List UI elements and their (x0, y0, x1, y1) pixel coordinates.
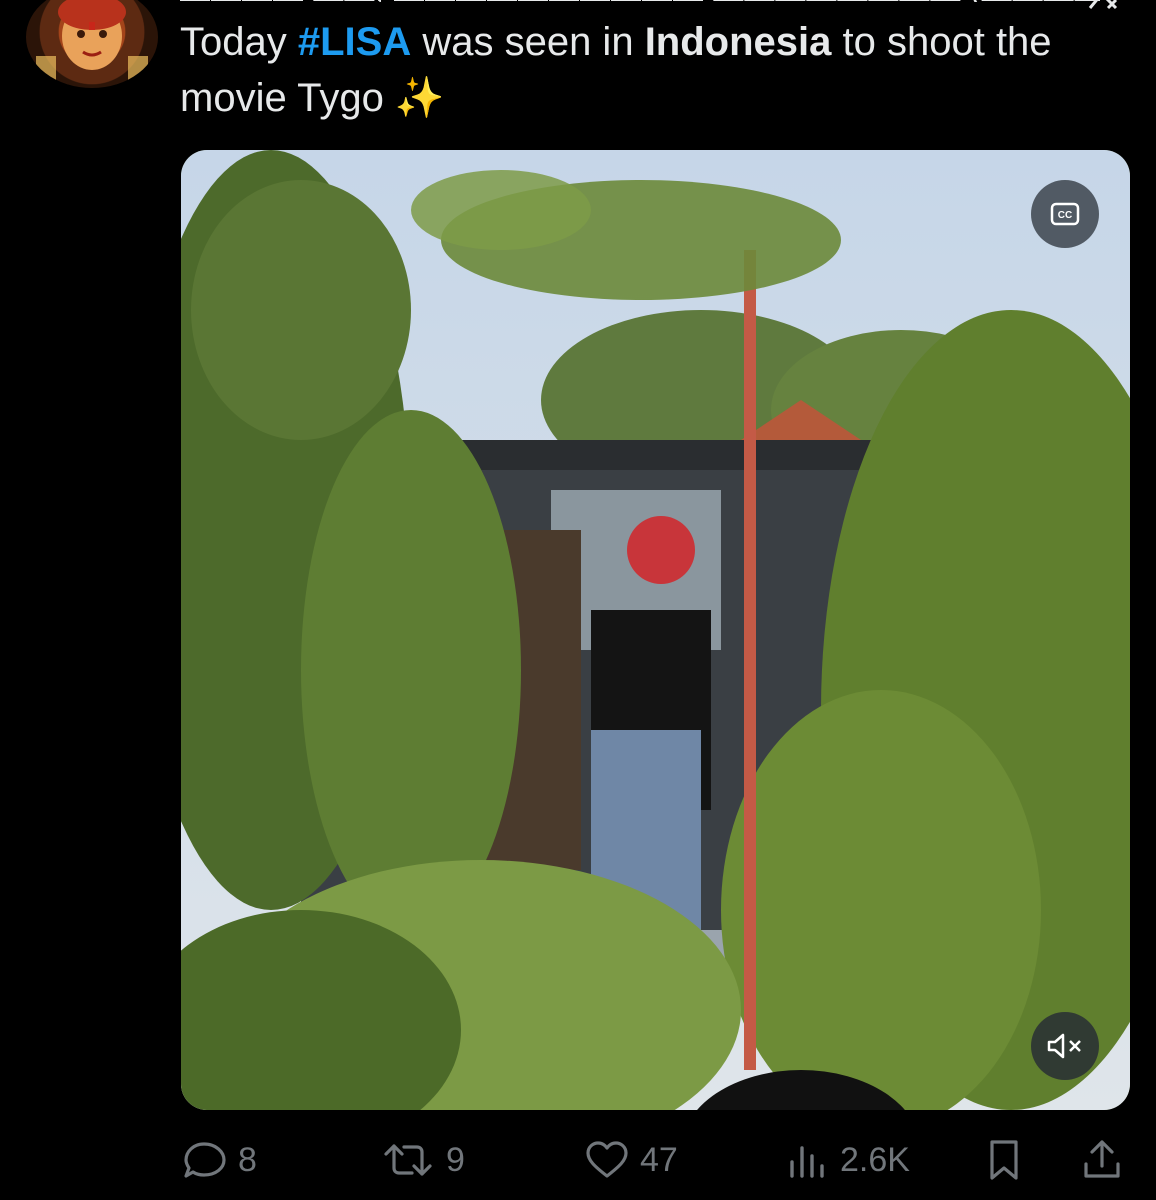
bookmark-icon (990, 1140, 1018, 1180)
volume-muted-icon (1047, 1033, 1081, 1059)
repost-count: 9 (446, 1140, 465, 1179)
video-player[interactable]: CC (181, 150, 1130, 1110)
tweet-text-segment: Today (180, 20, 298, 64)
views-button[interactable]: 2.6K (784, 1132, 910, 1188)
reply-button[interactable]: 8 (182, 1132, 257, 1188)
closed-captions-button[interactable]: CC (1031, 180, 1099, 248)
tweet-text-bold: Indonesia (644, 20, 832, 64)
view-count: 2.6K (840, 1140, 910, 1179)
like-count: 47 (640, 1140, 678, 1179)
share-icon (1084, 1140, 1120, 1178)
tweet-actions: 8 9 47 2.6K (180, 1132, 1130, 1188)
sparkles-emoji: ✨ (394, 76, 445, 120)
tweet-text-segment: was seen in (411, 20, 645, 64)
video-frame (181, 150, 1130, 1110)
analytics-icon (790, 1146, 824, 1178)
clipped-header-line: ▬▬▬▬ ▬▬, ▬▬▬▬▬▬▬▬▬▬ ▬▬▬▬▬▬▬▬ (▬▬▬▬▬▬▬▬) (180, 0, 1100, 2)
tweet-text: Today #LISA was seen in Indonesia to sho… (180, 14, 1100, 126)
grok-icon[interactable] (1086, 0, 1120, 10)
mute-button[interactable] (1031, 1012, 1099, 1080)
like-button[interactable]: 47 (584, 1132, 678, 1188)
heart-icon (586, 1141, 628, 1178)
svg-text:CC: CC (1058, 210, 1072, 221)
avatar[interactable] (26, 0, 158, 88)
hashtag-link[interactable]: #LISA (298, 20, 411, 64)
avatar-image (36, 0, 148, 82)
reply-count: 8 (238, 1140, 257, 1179)
bookmark-button[interactable] (984, 1132, 1034, 1188)
reply-icon (184, 1142, 226, 1178)
closed-captions-icon: CC (1050, 202, 1080, 226)
repost-button[interactable]: 9 (380, 1132, 465, 1188)
share-button[interactable] (1080, 1132, 1134, 1188)
repost-icon (384, 1144, 432, 1176)
